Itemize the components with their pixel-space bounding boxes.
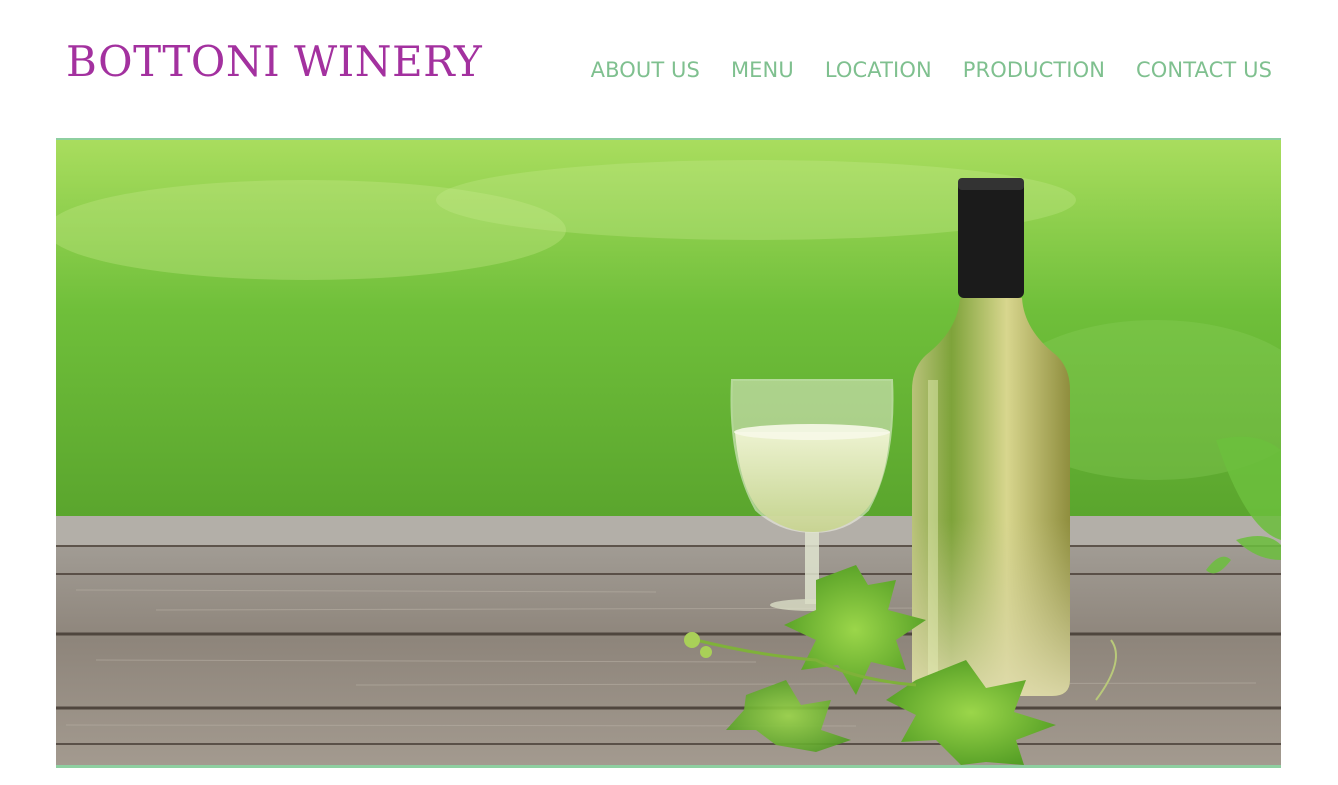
site-header: BOTTONI WINERY ABOUT US MENU LOCATION PR… <box>0 0 1338 138</box>
nav-link-production[interactable]: PRODUCTION <box>963 56 1105 84</box>
main-nav: ABOUT US MENU LOCATION PRODUCTION CONTAC… <box>591 56 1272 84</box>
hero-image <box>56 138 1281 768</box>
site-logo[interactable]: BOTTONI WINERY <box>66 36 482 88</box>
nav-link-menu[interactable]: MENU <box>731 56 794 84</box>
nav-link-about-us[interactable]: ABOUT US <box>591 56 700 84</box>
hero-wine-illustration <box>56 140 1281 765</box>
nav-link-contact-us[interactable]: CONTACT US <box>1136 56 1272 84</box>
nav-link-location[interactable]: LOCATION <box>825 56 932 84</box>
